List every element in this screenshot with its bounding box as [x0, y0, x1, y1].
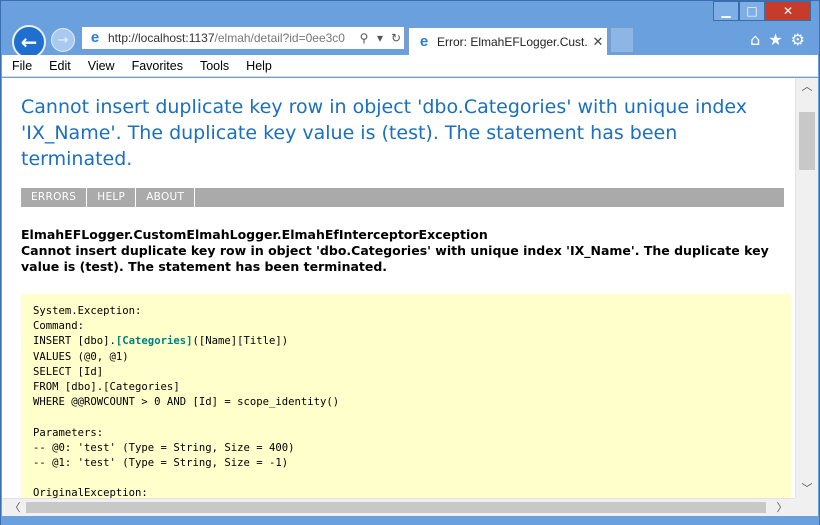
- nav-link-about[interactable]: ABOUT: [136, 188, 196, 207]
- stack-line: -- @1: 'test' (Type = String, Size = -1): [33, 457, 289, 470]
- stack-line: System.Exception:: [33, 305, 142, 317]
- menu-item-tools[interactable]: Tools: [189, 59, 235, 73]
- browser-window: ▁ □ ✕ ← → e http://localhost:1137/elmah/…: [0, 0, 820, 525]
- stack-line: ([Name][Title]): [192, 335, 289, 348]
- forward-arrow-icon[interactable]: →: [51, 28, 75, 52]
- home-icon[interactable]: ⌂: [750, 30, 760, 49]
- scroll-right-icon[interactable]: 〉: [773, 499, 791, 516]
- minimize-button[interactable]: ▁: [713, 1, 739, 21]
- refresh-icon[interactable]: ↻: [388, 31, 404, 45]
- scrollbar-corner: [795, 498, 818, 516]
- stack-line: OriginalException:: [33, 487, 148, 498]
- stack-line-highlight: [Categories]: [115, 335, 193, 348]
- stack-trace: System.Exception: Command: INSERT [dbo].…: [21, 294, 791, 498]
- navigation-bar: ← → e http://localhost:1137/elmah/detail…: [1, 23, 819, 59]
- vertical-scrollbar[interactable]: ︿ ﹀: [795, 78, 818, 498]
- scroll-up-icon[interactable]: ︿: [796, 78, 818, 96]
- menu-item-favorites[interactable]: Favorites: [121, 59, 189, 73]
- scroll-left-icon[interactable]: 〈: [6, 499, 24, 516]
- ie-logo-icon: e: [90, 29, 100, 46]
- elmah-nav: ERRORS HELP ABOUT: [21, 188, 784, 207]
- address-url[interactable]: http://localhost:1137/elmah/detail?id=0e…: [108, 31, 356, 45]
- horizontal-scrollbar[interactable]: 〈 〉: [2, 498, 795, 516]
- search-icon[interactable]: ⚲: [356, 31, 372, 45]
- scroll-thumb-horizontal[interactable]: [26, 502, 766, 513]
- star-icon[interactable]: ★: [768, 30, 782, 49]
- stack-line: FROM [dbo].[Categories]: [33, 381, 180, 394]
- stack-line: WHERE @@ROWCOUNT > 0 AND [Id] = scope_id…: [33, 396, 340, 409]
- page-title: Cannot insert duplicate key row in objec…: [21, 96, 748, 170]
- scroll-down-icon[interactable]: ﹀: [796, 480, 818, 498]
- window-controls: ▁ □ ✕: [713, 1, 811, 21]
- stack-line: Command:: [33, 320, 85, 333]
- chevron-down-icon[interactable]: ▾: [372, 31, 388, 45]
- toolbar-icons: ⌂ ★ ⚙: [750, 30, 805, 49]
- menu-item-edit[interactable]: Edit: [38, 59, 77, 73]
- menu-bar: File Edit View Favorites Tools Help: [2, 55, 818, 77]
- ie-logo-icon: e: [419, 33, 429, 50]
- stack-line: -- @0: 'test' (Type = String, Size = 400…: [33, 441, 295, 454]
- address-bar[interactable]: e http://localhost:1137/elmah/detail?id=…: [81, 26, 405, 50]
- stack-line: Parameters:: [33, 426, 104, 439]
- exception-message: Cannot insert duplicate key row in objec…: [21, 243, 769, 274]
- window-bottom-border: [1, 516, 819, 525]
- new-tab-button[interactable]: [610, 27, 634, 53]
- back-arrow-icon[interactable]: ←: [12, 25, 46, 59]
- menu-item-file[interactable]: File: [2, 59, 38, 73]
- nav-link-help[interactable]: HELP: [87, 188, 137, 207]
- maximize-button[interactable]: □: [739, 1, 765, 21]
- nav-link-errors[interactable]: ERRORS: [21, 188, 88, 207]
- tab-active[interactable]: e Error: ElmahEFLogger.Cust... ✕: [408, 27, 608, 55]
- close-tab-icon[interactable]: ✕: [589, 34, 607, 50]
- page-viewport: Cannot insert duplicate key row in objec…: [2, 78, 795, 498]
- close-window-button[interactable]: ✕: [765, 1, 811, 21]
- stack-line: VALUES (@0, @1): [33, 350, 129, 363]
- tab-title: Error: ElmahEFLogger.Cust...: [437, 34, 589, 49]
- stack-line: SELECT [Id]: [33, 365, 104, 378]
- page-content: Cannot insert duplicate key row in objec…: [2, 78, 795, 498]
- exception-type: ElmahEFLogger.CustomElmahLogger.ElmahEfI…: [21, 227, 488, 242]
- stack-line: INSERT [dbo].: [33, 335, 116, 348]
- scroll-thumb[interactable]: [799, 112, 815, 170]
- menu-item-view[interactable]: View: [77, 59, 121, 73]
- gear-icon[interactable]: ⚙: [791, 30, 805, 49]
- url-host: http://localhost:1137: [108, 31, 215, 45]
- menu-item-help[interactable]: Help: [235, 59, 278, 73]
- url-path: /elmah/detail?id=0ee3c0: [214, 31, 345, 45]
